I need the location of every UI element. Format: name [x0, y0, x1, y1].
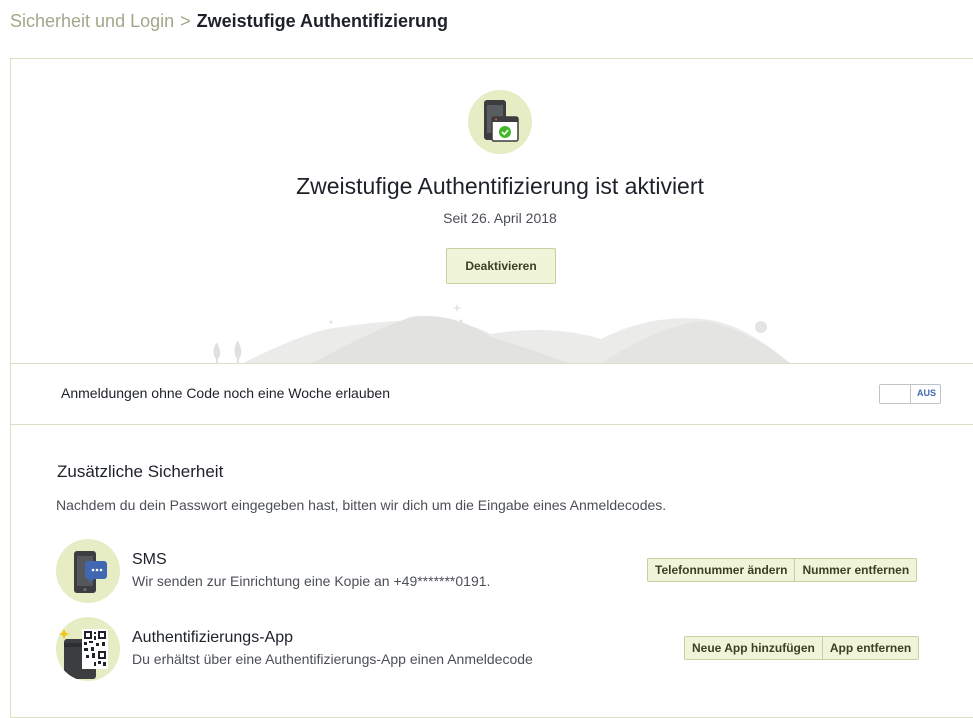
deactivate-button[interactable]: Deaktivieren — [446, 248, 556, 284]
status-title: Zweistufige Authentifizierung ist aktivi… — [296, 173, 704, 199]
method-name-sms: SMS — [132, 551, 167, 568]
method-name-authenticator: Authentifizierungs-App — [132, 629, 293, 646]
change-phone-button[interactable]: Telefonnummer ändern — [648, 559, 794, 581]
status-hero: Zweistufige Authentifizierung ist aktivi… — [11, 59, 973, 364]
phone-chat-icon — [56, 539, 120, 603]
remove-app-button[interactable]: App entfernen — [821, 637, 918, 659]
phone-with-check-icon — [468, 90, 532, 154]
two-factor-card: Zweistufige Authentifizierung ist aktivi… — [10, 58, 973, 718]
allow-logins-toggle[interactable]: AUS — [879, 384, 941, 404]
section-description: Nachdem du dein Passwort eingegeben hast… — [56, 497, 667, 513]
landscape-illustration — [213, 304, 790, 363]
method-description-sms: Wir senden zur Einrichtung eine Kopie an… — [132, 573, 491, 589]
authenticator-actions: Neue App hinzufügen App entfernen — [684, 636, 920, 660]
remove-number-button[interactable]: Nummer entfernen — [794, 559, 916, 581]
toggle-knob — [880, 385, 911, 403]
breadcrumb-parent-link[interactable]: Sicherheit und Login — [10, 11, 174, 31]
activation-date: Seit 26. April 2018 — [443, 210, 557, 226]
page-title: Zweistufige Authentifizierung — [196, 11, 448, 31]
section-title: Zusätzliche Sicherheit — [57, 462, 224, 481]
allow-logins-label: Anmeldungen ohne Code noch eine Woche er… — [61, 385, 390, 401]
sms-actions: Telefonnummer ändern Nummer entfernen — [647, 558, 918, 582]
allow-logins-row: Anmeldungen ohne Code noch eine Woche er… — [11, 364, 973, 425]
toggle-state-label: AUS — [916, 388, 936, 398]
breadcrumb-separator: > — [180, 11, 191, 31]
breadcrumb: Sicherheit und Login > Zweistufige Authent… — [10, 10, 448, 32]
qr-code-phone-icon — [56, 617, 120, 681]
add-app-button[interactable]: Neue App hinzufügen — [685, 637, 822, 659]
method-description-authenticator: Du erhältst über eine Authentifizierungs… — [132, 651, 533, 667]
